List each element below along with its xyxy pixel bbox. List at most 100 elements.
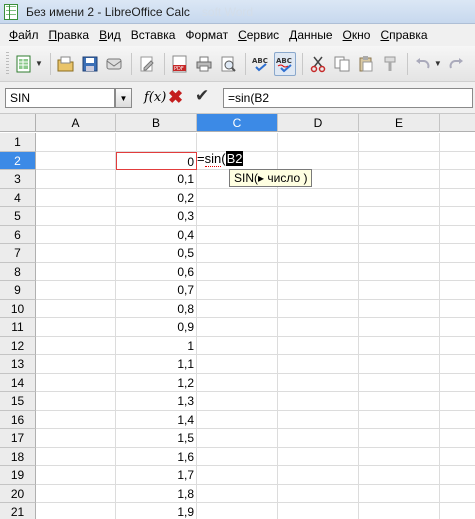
cell[interactable]	[278, 447, 359, 466]
column-header-e[interactable]: E	[359, 114, 440, 132]
cell[interactable]	[278, 188, 359, 207]
cell[interactable]	[278, 355, 359, 374]
menu-window[interactable]: Окно	[338, 28, 376, 42]
cell[interactable]	[36, 373, 116, 392]
in-cell-editor[interactable]: =sin(B2	[197, 150, 244, 167]
cell[interactable]	[359, 429, 440, 448]
paste-icon[interactable]	[355, 52, 377, 76]
cell[interactable]	[36, 355, 116, 374]
undo-dropdown-icon[interactable]: ▼	[434, 59, 442, 68]
cell[interactable]	[278, 336, 359, 355]
cell[interactable]	[359, 281, 440, 300]
cell[interactable]	[197, 133, 278, 152]
toolbar-grip[interactable]	[6, 51, 9, 76]
select-all-corner[interactable]	[0, 114, 36, 132]
cell[interactable]	[197, 299, 278, 318]
cell[interactable]	[197, 336, 278, 355]
cell[interactable]	[36, 299, 116, 318]
menu-data[interactable]: Данные	[284, 28, 337, 42]
cell[interactable]	[359, 133, 440, 152]
cell[interactable]	[36, 225, 116, 244]
cell[interactable]	[359, 336, 440, 355]
cell[interactable]	[440, 503, 475, 519]
print-preview-icon[interactable]	[217, 52, 239, 76]
cell[interactable]	[359, 207, 440, 226]
row-header[interactable]: 10	[0, 299, 36, 318]
row-header[interactable]: 20	[0, 484, 36, 503]
menu-insert[interactable]: Вставка	[126, 28, 181, 42]
cell-b[interactable]: 0,8	[116, 299, 197, 318]
column-header-d[interactable]: D	[278, 114, 359, 132]
edit-file-icon[interactable]	[136, 52, 158, 76]
cell[interactable]	[440, 411, 475, 429]
cell[interactable]	[197, 262, 278, 281]
spreadsheet-grid[interactable]: =sin(B2 SIN(▸ число ) A B C D E 1 2 0 3 0,1 4 0,2 5 0…	[0, 114, 475, 519]
cell[interactable]	[36, 484, 116, 503]
cell[interactable]	[278, 503, 359, 519]
cell[interactable]	[278, 244, 359, 263]
cell-b[interactable]	[116, 133, 197, 152]
cell[interactable]	[197, 503, 278, 519]
cell[interactable]	[440, 466, 475, 485]
cell[interactable]	[36, 207, 116, 226]
cell[interactable]	[359, 188, 440, 207]
cell[interactable]	[440, 207, 475, 226]
column-header-c[interactable]: C	[197, 114, 278, 132]
cell[interactable]	[440, 152, 475, 170]
row-header[interactable]: 7	[0, 244, 36, 263]
cell-b[interactable]: 1,6	[116, 447, 197, 466]
cell[interactable]	[359, 355, 440, 374]
cell[interactable]	[278, 392, 359, 411]
cell[interactable]	[278, 429, 359, 448]
cell-b[interactable]: 0,3	[116, 207, 197, 226]
cell-b[interactable]: 1,8	[116, 484, 197, 503]
cell[interactable]	[278, 225, 359, 244]
cell[interactable]	[278, 299, 359, 318]
row-header[interactable]: 16	[0, 410, 36, 429]
cell[interactable]	[197, 188, 278, 207]
cell-b[interactable]: 1,3	[116, 392, 197, 411]
cell[interactable]	[440, 337, 475, 355]
new-dropdown-icon[interactable]: ▼	[35, 59, 43, 68]
cell[interactable]	[440, 189, 475, 207]
cell-b[interactable]: 1,2	[116, 373, 197, 392]
cell[interactable]	[278, 133, 359, 152]
cell[interactable]	[36, 151, 116, 170]
cell[interactable]	[440, 429, 475, 448]
cancel-icon[interactable]: ✖	[168, 88, 183, 106]
new-icon[interactable]	[13, 52, 35, 76]
cell[interactable]	[197, 281, 278, 300]
cell[interactable]	[197, 466, 278, 485]
column-header-a[interactable]: A	[36, 114, 116, 132]
cell[interactable]	[36, 244, 116, 263]
row-header[interactable]: 6	[0, 225, 36, 244]
cell[interactable]	[359, 225, 440, 244]
cell[interactable]	[440, 448, 475, 466]
cell[interactable]	[359, 392, 440, 411]
cell[interactable]	[36, 503, 116, 519]
cell[interactable]	[36, 281, 116, 300]
column-header-b[interactable]: B	[116, 114, 197, 132]
cell[interactable]	[278, 318, 359, 337]
cell[interactable]	[359, 244, 440, 263]
redo-icon[interactable]	[445, 52, 467, 76]
row-header[interactable]: 11	[0, 318, 36, 337]
cell[interactable]	[278, 484, 359, 503]
function-wizard-icon[interactable]: f(x)	[144, 90, 166, 105]
cell[interactable]	[278, 373, 359, 392]
cell[interactable]	[440, 392, 475, 411]
cell[interactable]	[36, 133, 116, 152]
cell[interactable]	[359, 503, 440, 519]
row-header[interactable]: 13	[0, 355, 36, 374]
cell[interactable]	[197, 318, 278, 337]
undo-icon[interactable]	[412, 52, 434, 76]
cell-b[interactable]: 1,4	[116, 410, 197, 429]
row-header[interactable]: 19	[0, 466, 36, 485]
cell[interactable]	[278, 207, 359, 226]
cell-b[interactable]: 0,1	[116, 170, 197, 189]
cell[interactable]	[36, 410, 116, 429]
cell[interactable]	[359, 151, 440, 170]
cell[interactable]	[197, 484, 278, 503]
cell[interactable]	[197, 244, 278, 263]
cell[interactable]	[278, 466, 359, 485]
